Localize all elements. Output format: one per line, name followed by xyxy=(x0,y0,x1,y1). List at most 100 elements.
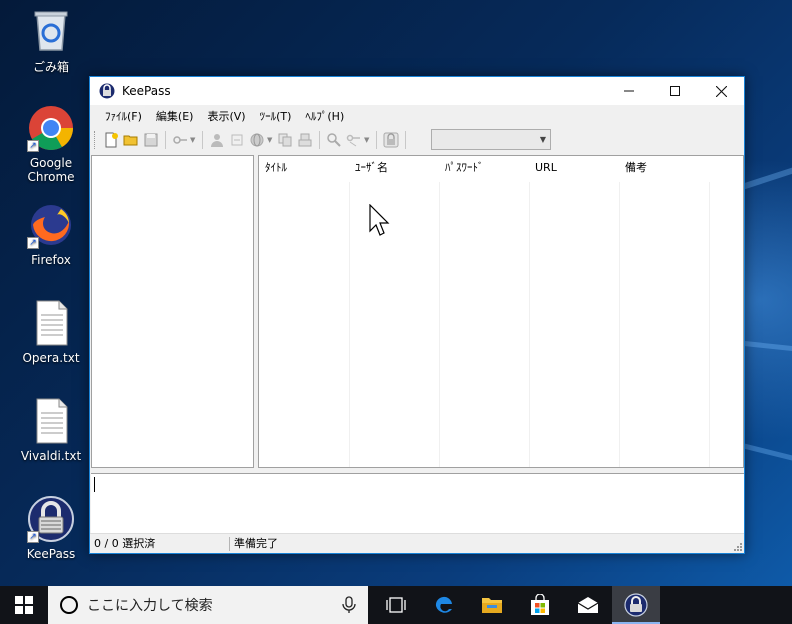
desktop-icon-firefox[interactable]: ↗ Firefox xyxy=(8,201,94,267)
open-database-button[interactable] xyxy=(121,130,141,150)
mouse-cursor-icon xyxy=(369,204,390,236)
desktop-icon-opera-txt[interactable]: Opera.txt xyxy=(8,299,94,365)
desktop-icon-chrome[interactable]: ↗ Google Chrome xyxy=(8,104,94,184)
desktop-icon-label: Google Chrome xyxy=(27,156,75,184)
taskbar-file-explorer[interactable] xyxy=(468,586,516,624)
autotype-icon xyxy=(298,133,312,147)
text-file-icon xyxy=(27,397,75,445)
copy-username-button[interactable] xyxy=(207,130,227,150)
maximize-icon xyxy=(670,86,680,96)
taskbar-store[interactable] xyxy=(516,586,564,624)
menu-help[interactable]: ﾍﾙﾌﾟ(H) xyxy=(298,108,351,124)
ready-status: 準備完了 xyxy=(234,537,278,550)
firefox-icon: ↗ xyxy=(27,201,75,249)
desktop-icon-label: Vivaldi.txt xyxy=(20,449,82,463)
column-divider xyxy=(709,182,710,467)
column-header-notes[interactable]: 備考 xyxy=(619,156,647,180)
autotype-button[interactable] xyxy=(295,130,315,150)
close-button[interactable] xyxy=(698,77,744,105)
title-bar[interactable]: KeePass xyxy=(90,77,744,105)
close-icon xyxy=(715,85,727,97)
find-button[interactable] xyxy=(324,130,344,150)
desktop-icon-keepass[interactable]: ↗ KeePass xyxy=(8,495,94,561)
store-bag-icon xyxy=(531,594,549,615)
taskbar-search-box[interactable]: ここに入力して検索 xyxy=(48,586,368,624)
taskbar: ここに入力して検索 xyxy=(0,586,792,624)
desktop-icon-vivaldi-txt[interactable]: Vivaldi.txt xyxy=(8,397,94,463)
status-divider xyxy=(229,537,230,551)
dropdown-arrow-icon[interactable]: ▼ xyxy=(364,136,372,144)
toolbar-grip[interactable] xyxy=(94,131,97,149)
desktop-icon-label: Opera.txt xyxy=(22,351,80,365)
dropdown-arrow-icon[interactable]: ▼ xyxy=(190,136,198,144)
key-list-icon xyxy=(346,134,360,147)
chrome-icon: ↗ xyxy=(27,104,75,152)
desktop-icon-label: KeePass xyxy=(26,547,76,561)
key-add-icon xyxy=(173,136,187,144)
taskbar-edge[interactable] xyxy=(420,586,468,624)
column-header-username[interactable]: ﾕｰｻﾞ名 xyxy=(349,156,388,180)
quick-search-combo[interactable]: ▼ xyxy=(431,129,551,150)
microphone-icon[interactable] xyxy=(340,596,358,614)
column-header-title[interactable]: ﾀｲﾄﾙ xyxy=(259,156,287,180)
menu-view[interactable]: 表示(V) xyxy=(200,108,252,124)
taskbar-keepass[interactable] xyxy=(612,586,660,624)
folder-icon xyxy=(482,598,502,613)
cortana-icon xyxy=(60,596,78,614)
keepass-lock-icon xyxy=(624,593,648,617)
text-file-icon xyxy=(27,299,75,347)
toolbar-separator xyxy=(319,131,320,149)
recycle-bin-icon xyxy=(27,6,75,54)
add-entry-button[interactable] xyxy=(170,130,190,150)
start-button[interactable] xyxy=(0,586,48,624)
menu-file[interactable]: ﾌｧｲﾙ(F) xyxy=(98,108,149,124)
entry-details-panel[interactable] xyxy=(91,473,744,534)
copy-password-button[interactable] xyxy=(227,130,247,150)
column-divider xyxy=(619,182,620,467)
copy-entry-button[interactable] xyxy=(275,130,295,150)
dropdown-arrow-icon[interactable]: ▼ xyxy=(267,136,275,144)
taskbar-mail[interactable] xyxy=(564,586,612,624)
window-title: KeePass xyxy=(122,84,171,98)
menu-bar: ﾌｧｲﾙ(F) 編集(E) 表示(V) ﾂｰﾙ(T) ﾍﾙﾌﾟ(H) xyxy=(90,105,744,127)
keepass-lock-icon: ↗ xyxy=(27,495,75,543)
lock-icon xyxy=(383,132,399,148)
new-file-icon xyxy=(105,132,118,148)
keepass-app-icon xyxy=(99,83,115,99)
lock-workspace-button[interactable] xyxy=(381,130,401,150)
user-icon xyxy=(211,134,223,147)
save-database-button[interactable] xyxy=(141,130,161,150)
save-disk-icon xyxy=(144,133,158,147)
toolbar-separator xyxy=(405,131,406,149)
column-header-password[interactable]: ﾊﾟｽﾜｰﾄﾞ xyxy=(439,156,484,180)
new-database-button[interactable] xyxy=(101,130,121,150)
text-caret xyxy=(94,477,95,492)
menu-edit[interactable]: 編集(E) xyxy=(149,108,201,124)
open-folder-icon xyxy=(123,135,138,146)
shortcut-arrow-icon: ↗ xyxy=(27,237,39,249)
desktop-icon-recycle-bin[interactable]: ごみ箱 xyxy=(8,6,94,75)
globe-icon xyxy=(250,133,264,147)
chevron-down-icon: ▼ xyxy=(539,135,546,144)
desktop-icon-label: Firefox xyxy=(31,253,71,267)
resize-grip-icon[interactable] xyxy=(732,541,742,551)
selection-status: 0 / 0 選択済 xyxy=(94,537,156,550)
entry-list-panel[interactable]: ﾀｲﾄﾙ ﾕｰｻﾞ名 ﾊﾟｽﾜｰﾄﾞ URL 備考 xyxy=(258,155,744,468)
status-bar: 0 / 0 選択済 準備完了 xyxy=(90,533,744,553)
minimize-icon xyxy=(624,90,634,92)
column-divider xyxy=(529,182,530,467)
menu-tools[interactable]: ﾂｰﾙ(T) xyxy=(253,108,299,124)
windows-logo-icon xyxy=(15,596,33,614)
keepass-window: KeePass ﾌｧｲﾙ(F) 編集(E) 表示(V) ﾂｰﾙ(T) ﾍﾙﾌﾟ(… xyxy=(89,76,745,554)
shortcut-arrow-icon: ↗ xyxy=(27,140,39,152)
toolbar-separator xyxy=(165,131,166,149)
minimize-button[interactable] xyxy=(606,77,652,105)
open-url-button[interactable] xyxy=(247,130,267,150)
desktop-icon-label: ごみ箱 xyxy=(32,60,69,74)
task-view-button[interactable] xyxy=(372,586,420,624)
column-header-url[interactable]: URL xyxy=(529,156,557,180)
group-tree-panel[interactable] xyxy=(91,155,254,468)
edge-icon xyxy=(435,596,452,613)
maximize-button[interactable] xyxy=(652,77,698,105)
show-entries-button[interactable] xyxy=(344,130,364,150)
